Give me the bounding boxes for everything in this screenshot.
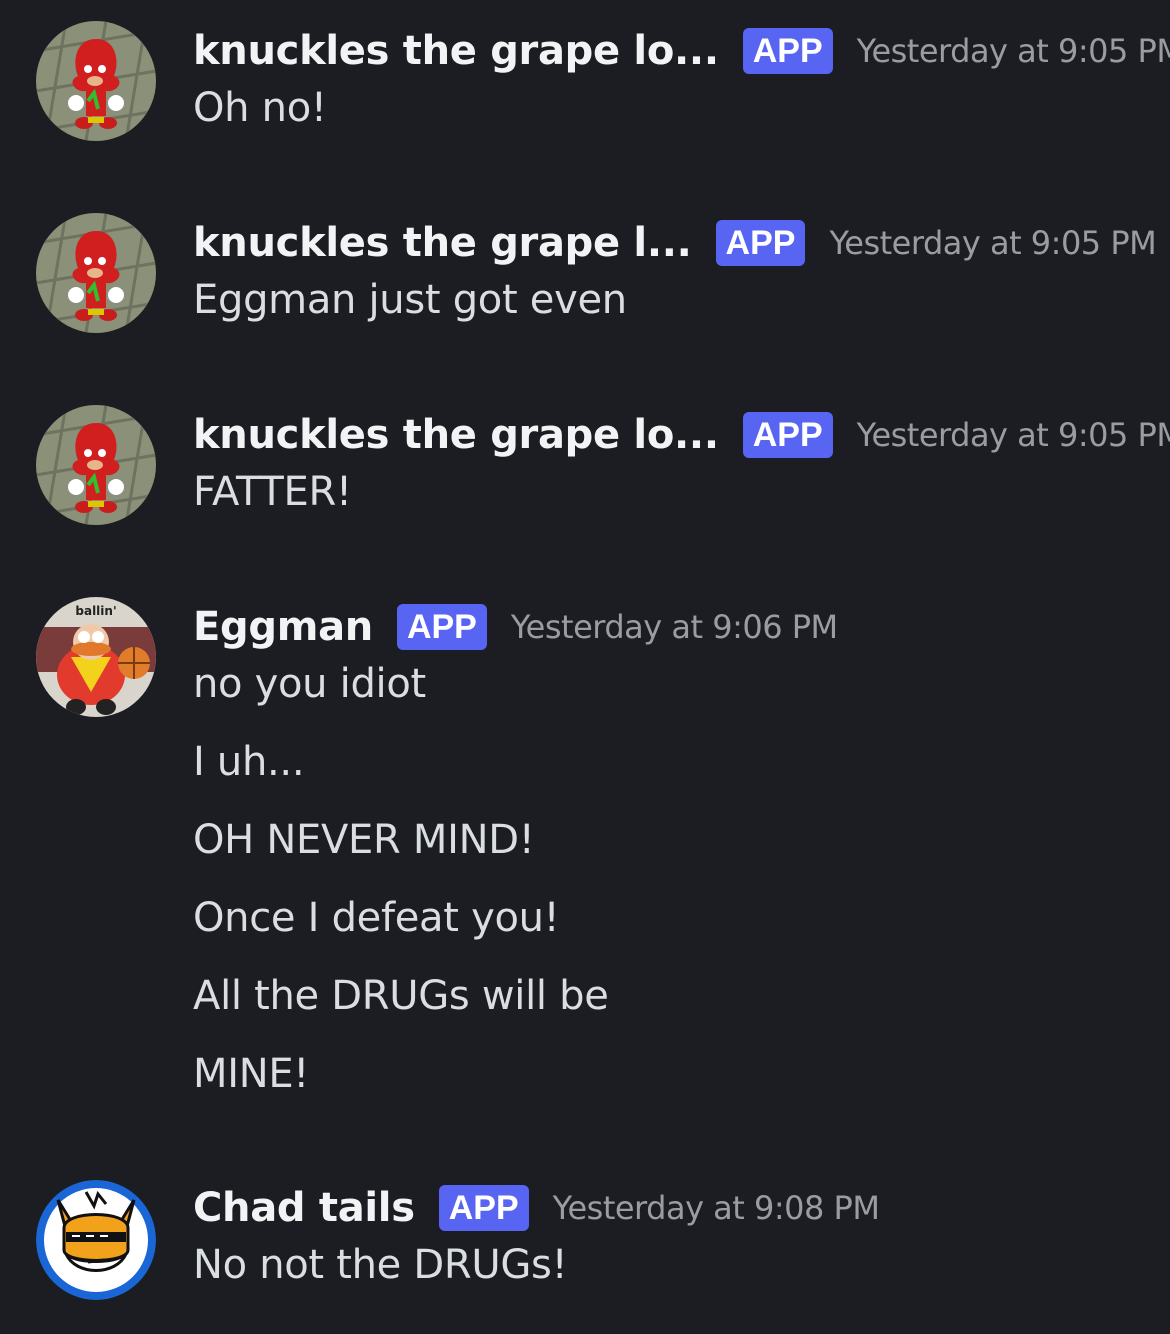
- message-text[interactable]: Oh no!: [193, 85, 327, 131]
- knuckles-avatar-icon[interactable]: [36, 405, 156, 525]
- eggman-avatar-icon[interactable]: ballin': [36, 597, 156, 717]
- app-badge: APP: [438, 1185, 529, 1231]
- message-text[interactable]: Eggman just got even: [193, 277, 627, 323]
- message-header: knuckles the grape lo... APP Yesterday a…: [193, 21, 1170, 81]
- knuckles-avatar-icon[interactable]: [36, 213, 156, 333]
- timestamp: Yesterday at 9:05 PM: [856, 32, 1170, 70]
- message-text[interactable]: OH NEVER MIND!: [193, 817, 535, 863]
- message-header: knuckles the grape lo... APP Yesterday a…: [193, 405, 1170, 465]
- tails-avatar-icon[interactable]: [36, 1180, 156, 1300]
- author-name[interactable]: Chad tails: [193, 1185, 415, 1231]
- author-name[interactable]: knuckles the grape lo...: [193, 412, 719, 458]
- timestamp: Yesterday at 9:05 PM: [829, 224, 1157, 262]
- author-name[interactable]: knuckles the grape lo...: [193, 28, 719, 74]
- app-badge: APP: [396, 604, 487, 650]
- app-badge: APP: [715, 220, 806, 266]
- message-text[interactable]: All the DRUGs will be: [193, 973, 609, 1019]
- message-header: Chad tails APP Yesterday at 9:08 PM: [193, 1178, 880, 1238]
- app-badge: APP: [742, 412, 833, 458]
- timestamp: Yesterday at 9:08 PM: [552, 1189, 880, 1227]
- message-text[interactable]: MINE!: [193, 1051, 309, 1097]
- message-text[interactable]: FATTER!: [193, 469, 352, 515]
- message-text[interactable]: No not the DRUGs!: [193, 1242, 568, 1288]
- message-text[interactable]: Once I defeat you!: [193, 895, 560, 941]
- message-header: Eggman APP Yesterday at 9:06 PM: [193, 597, 838, 657]
- message-feed[interactable]: knuckles the grape lo... APP Yesterday a…: [0, 0, 1170, 1334]
- author-name[interactable]: knuckles the grape l...: [193, 220, 692, 266]
- timestamp: Yesterday at 9:06 PM: [510, 608, 838, 646]
- message-header: knuckles the grape l... APP Yesterday at…: [193, 213, 1157, 273]
- avatar-caption: ballin': [75, 604, 116, 618]
- message-text[interactable]: no you idiot: [193, 661, 426, 707]
- knuckles-avatar-icon[interactable]: [36, 21, 156, 141]
- message-text[interactable]: I uh...: [193, 739, 305, 785]
- app-badge: APP: [742, 28, 833, 74]
- timestamp: Yesterday at 9:05 PM: [856, 416, 1170, 454]
- author-name[interactable]: Eggman: [193, 604, 373, 650]
